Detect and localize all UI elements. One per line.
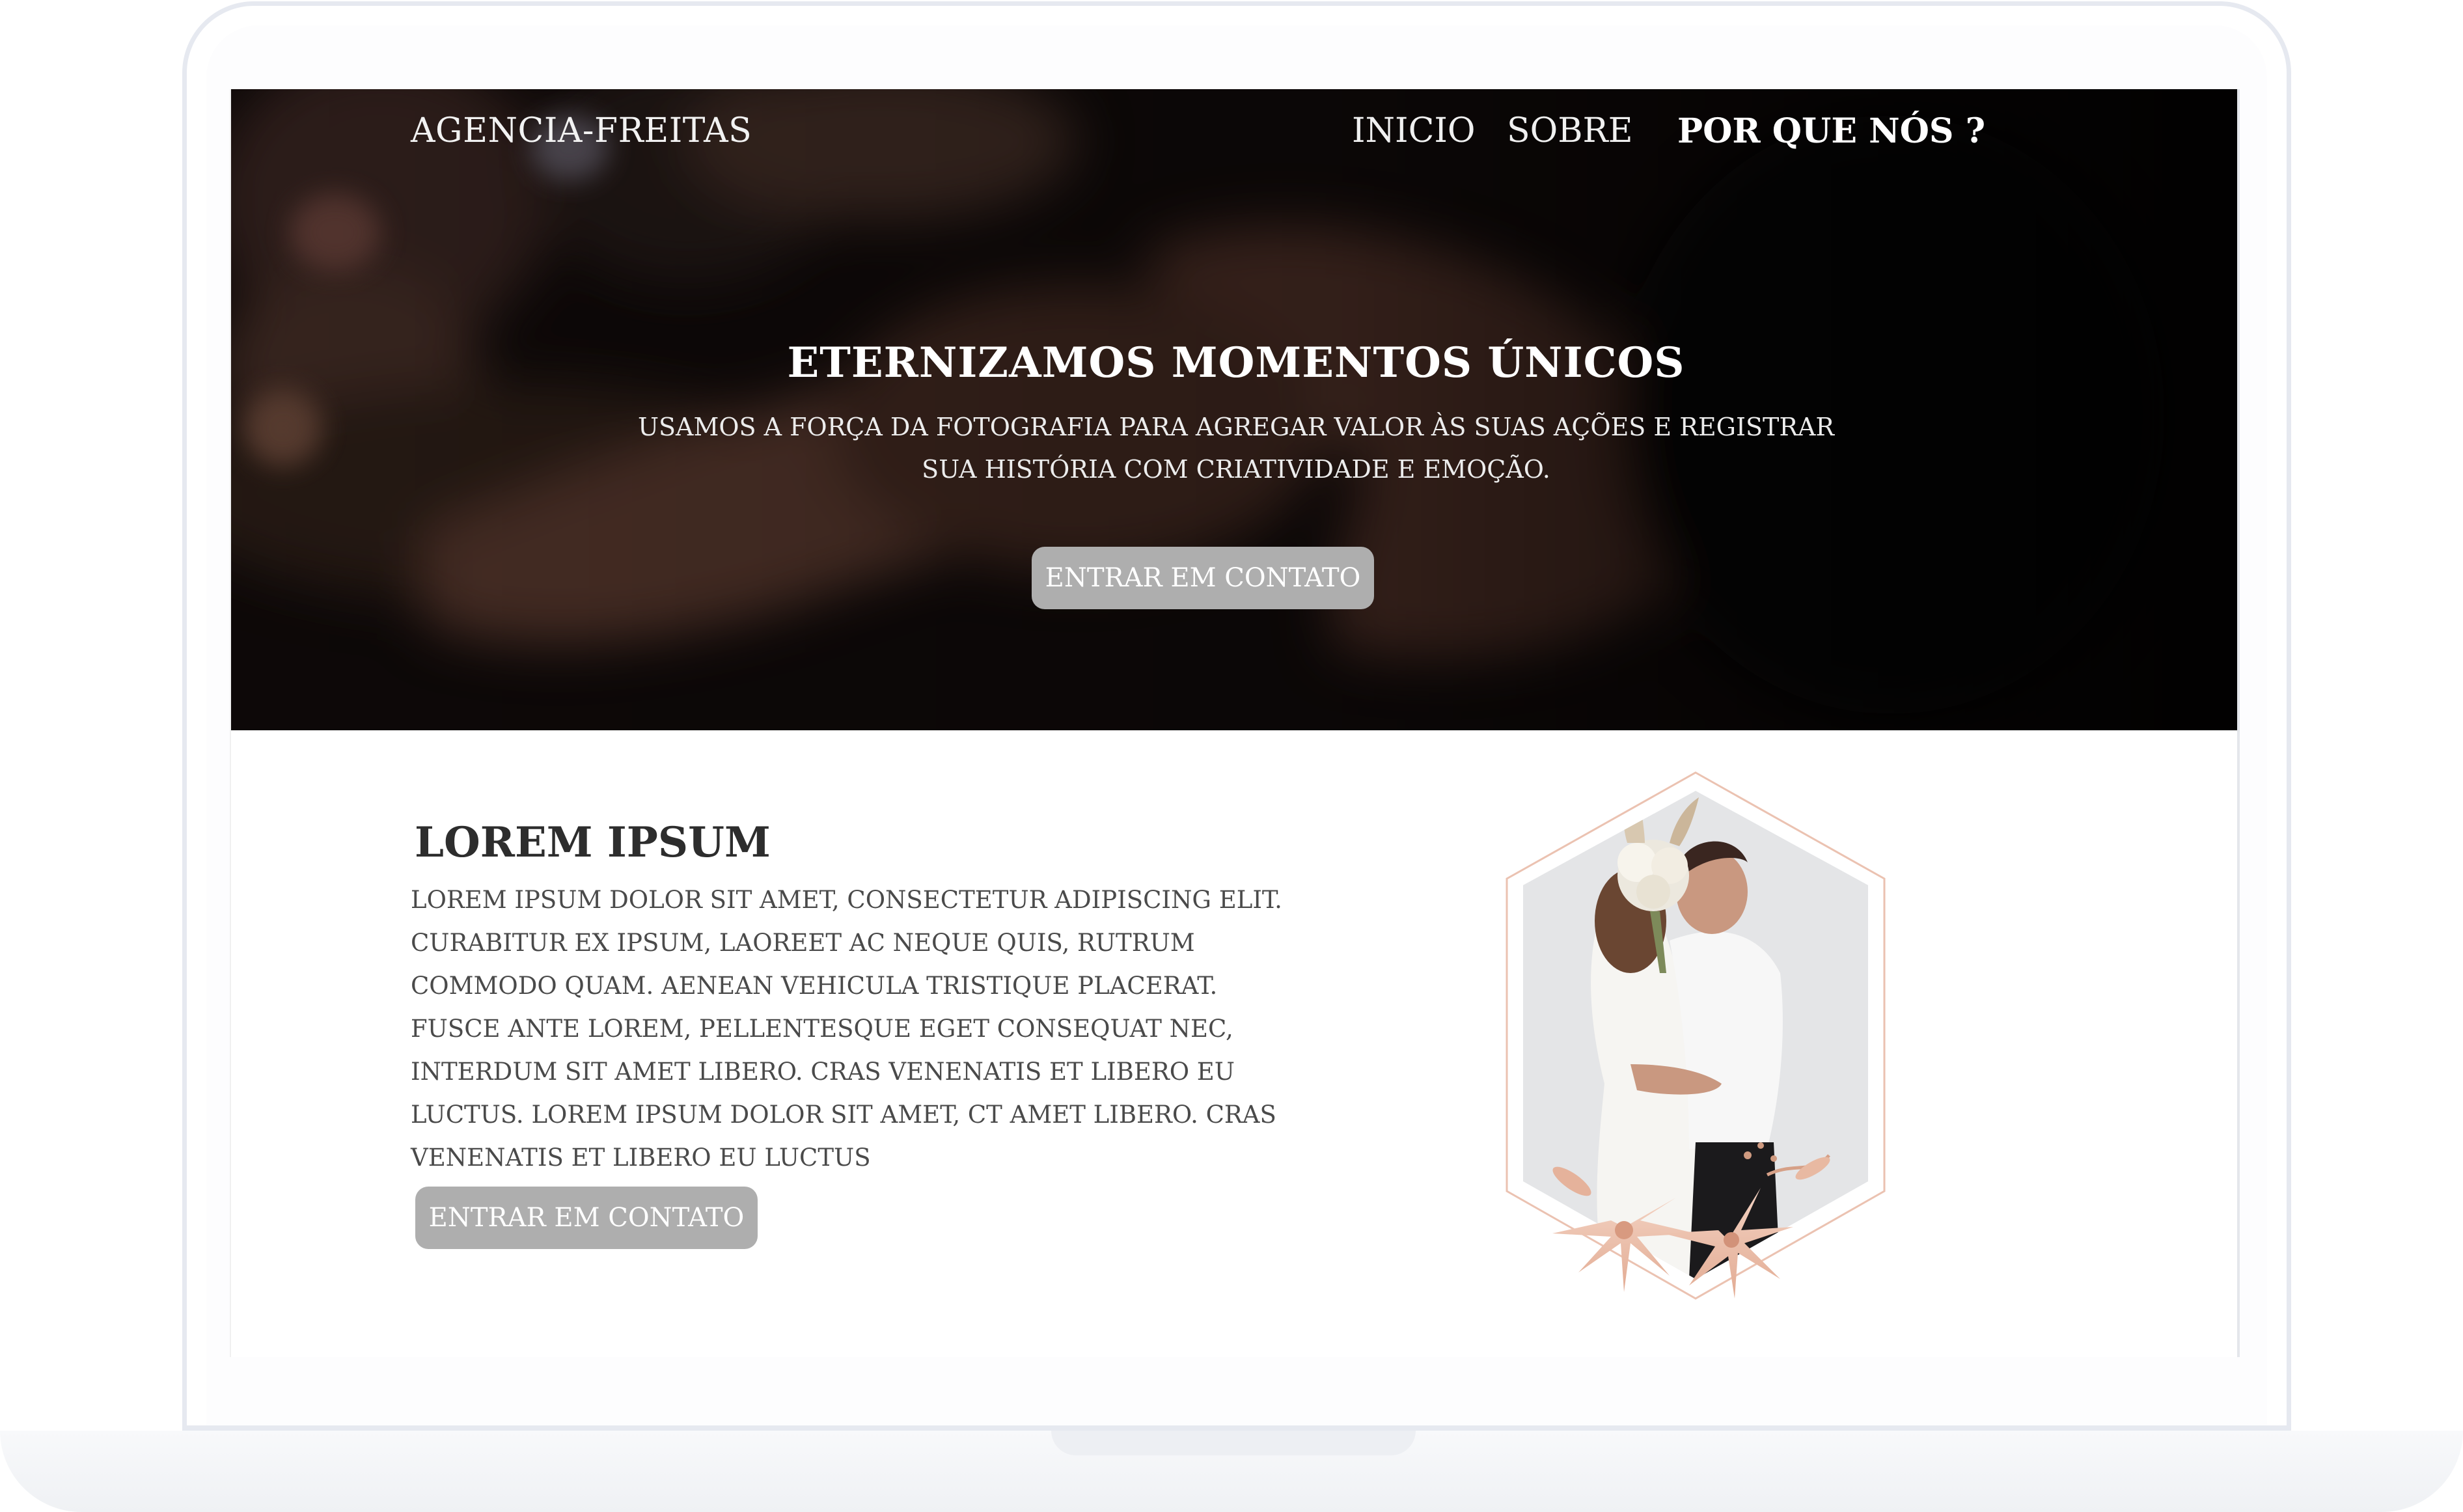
hero-section: AGENCIA-FREITAS INICIO SOBRE POR QUE NÓS… [231, 89, 2237, 730]
laptop-notch [1051, 1431, 1416, 1455]
hero-subtitle: USAMOS A FORÇA DA FOTOGRAFIA PARA AGREGA… [637, 413, 1834, 484]
main-nav: INICIO SOBRE POR QUE NÓS ? [231, 111, 2237, 163]
nav-item-por-que-nos[interactable]: POR QUE NÓS ? [1677, 111, 1985, 151]
nav-item-sobre[interactable]: SOBRE [1507, 111, 1633, 150]
hero-title: ETERNIZAMOS MOMENTOS ÚNICOS [787, 338, 1685, 387]
laptop-hinge [182, 1425, 2291, 1431]
website-screen: AGENCIA-FREITAS INICIO SOBRE POR QUE NÓS… [230, 89, 2240, 1357]
about-title: LOREM IPSUM [415, 818, 771, 867]
hero-contact-button[interactable]: ENTRAR EM CONTATO [1032, 547, 1374, 609]
about-text: LOREM IPSUM DOLOR SIT AMET, CONSECTETUR … [411, 886, 1282, 1172]
about-contact-button[interactable]: ENTRAR EM CONTATO [415, 1187, 758, 1249]
nav-item-inicio[interactable]: INICIO [1352, 111, 1476, 150]
couple-hexagon-photo [1474, 758, 1917, 1331]
